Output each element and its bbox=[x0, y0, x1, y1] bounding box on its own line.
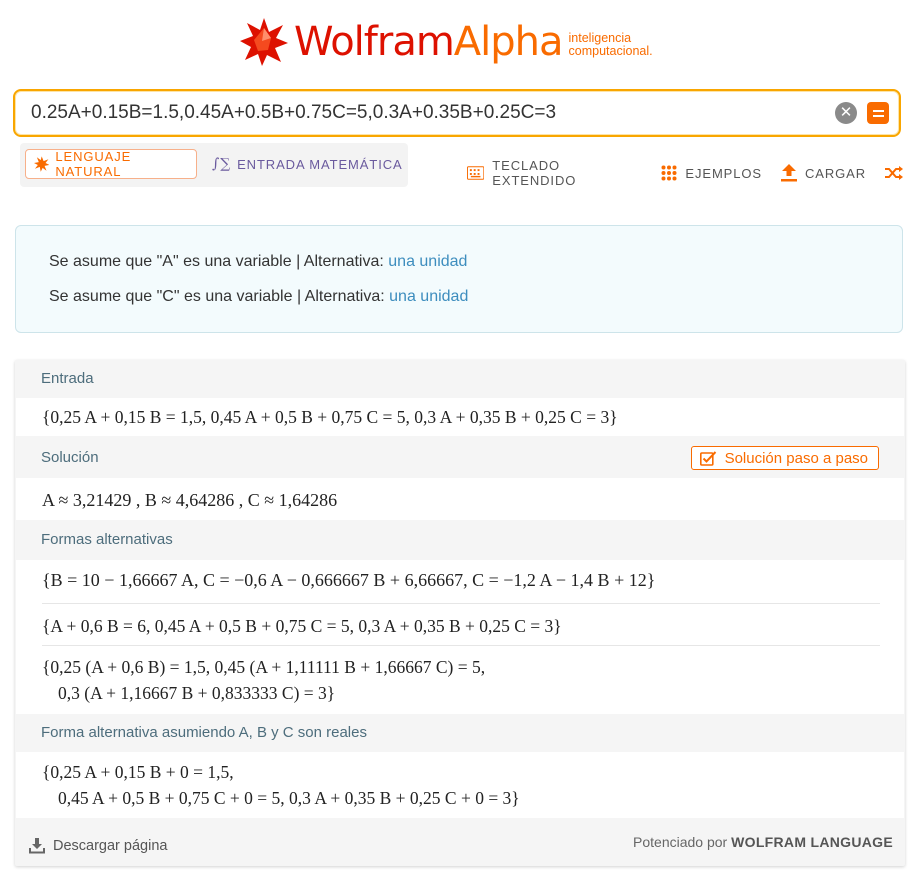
examples-button[interactable]: EJEMPLOS bbox=[661, 165, 762, 181]
pod-input: {0,25 A + 0,15 B = 1,5, 0,45 A + 0,5 B +… bbox=[16, 398, 904, 436]
alternate-form: {B = 10 − 1,66667 A, C = −0,6 A − 0,6666… bbox=[42, 570, 656, 590]
keyboard-icon bbox=[467, 166, 485, 180]
search-box: ✕ bbox=[13, 89, 901, 137]
solution-expression: A ≈ 3,21429 , B ≈ 4,64286 , C ≈ 1,64286 bbox=[42, 490, 338, 510]
alternate-real-line-2: 0,45 A + 0,5 B + 0,75 C + 0 = 5, 0,3 A +… bbox=[58, 788, 520, 808]
close-icon: ✕ bbox=[839, 104, 853, 121]
logo-wordmark: WolframAlpha bbox=[294, 19, 564, 65]
alternate-real-line-1: {0,25 A + 0,15 B + 0 = 1,5, bbox=[42, 762, 234, 782]
natural-language-label: LENGUAJE NATURAL bbox=[55, 149, 132, 179]
upload-label: CARGAR bbox=[804, 165, 866, 181]
math-input-mode[interactable]: ∫∑ ENTRADA MATEMÁTICA bbox=[212, 149, 403, 179]
pod-title-input: Entrada bbox=[41, 370, 94, 387]
divider bbox=[42, 645, 880, 646]
toolbar: TECLADO EXTENDIDO EJEMPLOS CARGAR bbox=[467, 158, 922, 188]
shuffle-icon bbox=[885, 166, 903, 180]
examples-label: EJEMPLOS bbox=[685, 165, 762, 181]
alternate-form: {A + 0,6 B = 6, 0,45 A + 0,5 B + 0,75 C … bbox=[42, 616, 562, 636]
alternative-link[interactable]: una unidad bbox=[389, 288, 468, 305]
math-input-icon: ∫∑ bbox=[212, 156, 232, 172]
extended-keyboard-label: TECLADO EXTENDIDO bbox=[492, 158, 577, 188]
divider bbox=[42, 603, 880, 604]
checkbox-icon bbox=[699, 450, 716, 466]
equals-icon bbox=[872, 109, 884, 112]
results-panel: Entrada {0,25 A + 0,15 B = 1,5, 0,45 A +… bbox=[15, 360, 905, 866]
extended-keyboard-button[interactable]: TECLADO EXTENDIDO bbox=[467, 158, 642, 188]
alternate-form: {0,25 (A + 0,6 B) = 1,5, 0,45 (A + 1,111… bbox=[42, 657, 486, 677]
step-by-step-button[interactable]: Solución paso a paso bbox=[690, 446, 879, 470]
pod-title-alternate-forms: Formas alternativas bbox=[41, 531, 173, 548]
step-by-step-label: Solución paso a paso bbox=[724, 449, 868, 467]
wolfram-alpha-logo[interactable]: WolframAlpha inteligencia computacional. bbox=[238, 14, 653, 70]
download-icon bbox=[29, 838, 45, 854]
natural-language-mode[interactable]: LENGUAJE NATURAL bbox=[25, 149, 197, 179]
upload-icon bbox=[780, 164, 797, 182]
input-expression: {0,25 A + 0,15 B = 1,5, 0,45 A + 0,5 B +… bbox=[42, 407, 618, 427]
wolfram-language-brand: WOLFRAM LANGUAGE bbox=[731, 834, 893, 850]
assumption-line: Se asume que "C" es una variable | Alter… bbox=[49, 288, 469, 305]
random-button[interactable] bbox=[885, 166, 903, 180]
powered-by[interactable]: Potenciado por WOLFRAM LANGUAGE bbox=[633, 834, 893, 850]
pod-title-solution: Solución bbox=[41, 449, 99, 466]
dots-grid-icon bbox=[661, 165, 677, 181]
input-mode-switch: LENGUAJE NATURAL ∫∑ ENTRADA MATEMÁTICA bbox=[20, 143, 408, 187]
alternative-link[interactable]: una unidad bbox=[388, 253, 467, 270]
alternate-form-continued: 0,3 (A + 1,16667 B + 0,833333 C) = 3} bbox=[58, 683, 336, 703]
clear-button[interactable]: ✕ bbox=[835, 102, 857, 124]
wolfram-spikey-icon bbox=[240, 18, 288, 66]
spikey-small-icon bbox=[34, 156, 50, 172]
upload-button[interactable]: CARGAR bbox=[780, 164, 866, 182]
logo-tagline: inteligencia computacional. bbox=[568, 31, 653, 58]
pod-alternate-real: {0,25 A + 0,15 B + 0 = 1,5, 0,45 A + 0,5… bbox=[16, 752, 904, 818]
assumption-line: Se asume que "A" es una variable | Alter… bbox=[49, 253, 468, 270]
search-input[interactable] bbox=[15, 91, 835, 135]
pod-title-alternate-real: Forma alternativa asumiendo A, B y C son… bbox=[41, 724, 367, 741]
compute-button[interactable] bbox=[867, 102, 889, 124]
pod-solution: A ≈ 3,21429 , B ≈ 4,64286 , C ≈ 1,64286 bbox=[16, 478, 904, 520]
assumptions-panel: Se asume que "A" es una variable | Alter… bbox=[15, 225, 903, 333]
math-input-label: ENTRADA MATEMÁTICA bbox=[237, 156, 403, 172]
download-page-label: Descargar página bbox=[53, 838, 168, 854]
download-page-button[interactable]: Descargar página bbox=[29, 838, 167, 854]
pod-alternate-forms: {B = 10 − 1,66667 A, C = −0,6 A − 0,6666… bbox=[16, 560, 904, 714]
